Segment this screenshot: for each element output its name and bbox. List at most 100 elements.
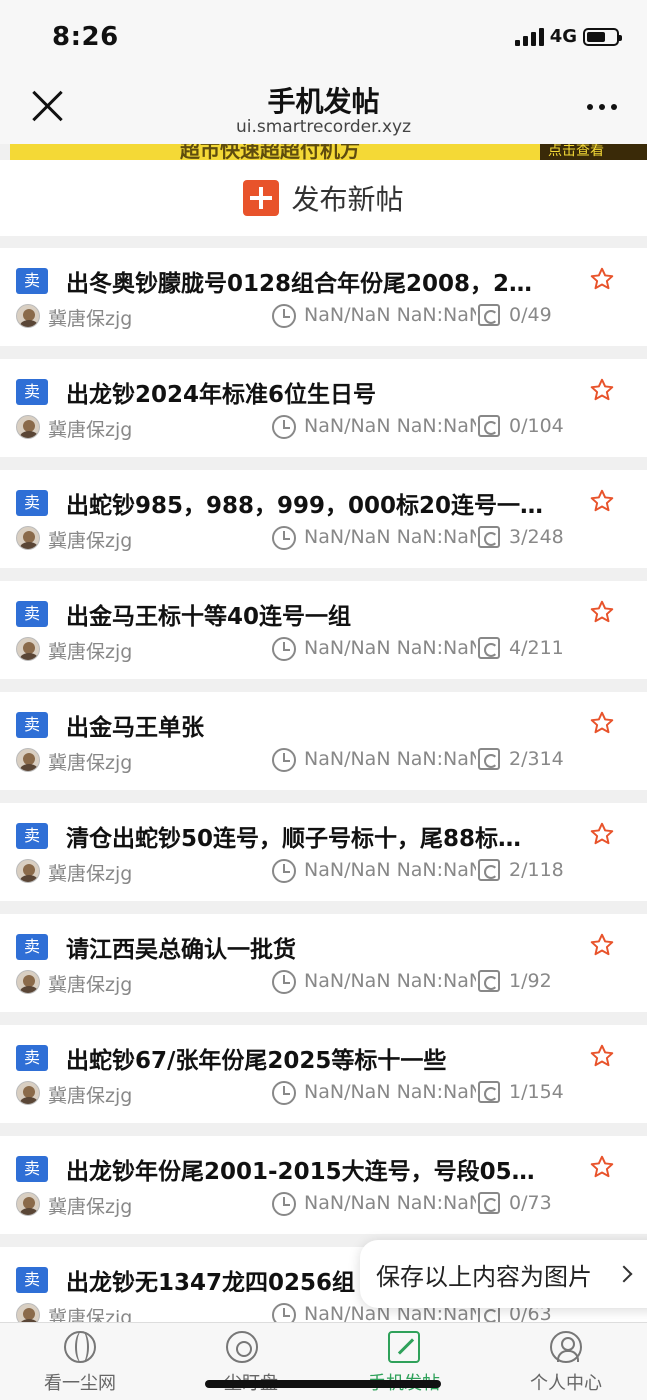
post-meta: 冀唐保zjg NaN/NaN NaN:NaN 2/118	[16, 859, 616, 885]
plus-icon	[243, 180, 280, 216]
post-author[interactable]: 冀唐保zjg	[48, 859, 132, 886]
star-icon[interactable]	[589, 1154, 615, 1180]
sell-tag: 卖	[16, 1267, 48, 1293]
reply-icon	[478, 748, 500, 770]
reply-view-count: 1/92	[509, 970, 552, 992]
post-time: NaN/NaN NaN:NaN	[304, 1081, 476, 1103]
new-post-button[interactable]: 发布新帖	[0, 160, 647, 236]
post-item[interactable]: 卖出金马王标十等40连号一组 冀唐保zjg NaN/NaN NaN:NaN 4/211	[0, 581, 647, 679]
nav-bar: 手机发帖 ui.smartrecorder.xyz	[0, 70, 647, 144]
banner-action[interactable]: 点击查看	[540, 144, 647, 160]
post-meta: 冀唐保zjg NaN/NaN NaN:NaN 0/73	[16, 1192, 616, 1218]
post-author[interactable]: 冀唐保zjg	[48, 1192, 132, 1219]
post-time: NaN/NaN NaN:NaN	[304, 415, 476, 437]
sell-tag: 卖	[16, 1045, 48, 1071]
star-icon[interactable]	[589, 488, 615, 514]
post-title[interactable]: 清仓出蛇钞50连号，顺子号标十，尾88标…	[66, 819, 566, 853]
status-bar: 8:26 4G	[0, 0, 647, 70]
reply-view-count: 2/314	[509, 748, 564, 770]
user-icon	[550, 1331, 582, 1363]
page-title: 手机发帖	[267, 85, 380, 118]
reply-view-count: 4/211	[509, 637, 564, 659]
post-item[interactable]: 卖出龙钞年份尾2001-2015大连号，号段05… 冀唐保zjg NaN/NaN N…	[0, 1136, 647, 1234]
post-time: NaN/NaN NaN:NaN	[304, 526, 476, 548]
star-icon[interactable]	[589, 1043, 615, 1069]
avatar[interactable]	[16, 304, 40, 328]
eye-icon	[226, 1331, 258, 1363]
post-author[interactable]: 冀唐保zjg	[48, 304, 132, 331]
post-title[interactable]: 出龙钞年份尾2001-2015大连号，号段05…	[66, 1152, 566, 1186]
avatar[interactable]	[16, 970, 40, 994]
post-item[interactable]: 卖出冬奥钞朦胧号0128组合年份尾2008，2… 冀唐保zjg NaN/NaN Na…	[0, 248, 647, 346]
post-author[interactable]: 冀唐保zjg	[48, 970, 132, 997]
post-time: NaN/NaN NaN:NaN	[304, 637, 476, 659]
post-author[interactable]: 冀唐保zjg	[48, 415, 132, 442]
post-item[interactable]: 卖清仓出蛇钞50连号，顺子号标十，尾88标… 冀唐保zjg NaN/NaN NaN:…	[0, 803, 647, 901]
avatar[interactable]	[16, 415, 40, 439]
tab-profile[interactable]: 个人中心	[486, 1331, 646, 1395]
star-icon[interactable]	[589, 266, 615, 292]
avatar[interactable]	[16, 859, 40, 883]
reply-icon	[478, 304, 500, 326]
post-author[interactable]: 冀唐保zjg	[48, 526, 132, 553]
tab-home[interactable]: 看一尘网	[0, 1331, 160, 1395]
post-item[interactable]: 卖出蛇钞985，988，999，000标20连号一… 冀唐保zjg NaN/NaN …	[0, 470, 647, 568]
clock-icon	[272, 748, 296, 772]
battery-icon	[583, 27, 622, 46]
post-author[interactable]: 冀唐保zjg	[48, 748, 132, 775]
reply-icon	[478, 1081, 500, 1103]
post-meta: 冀唐保zjg NaN/NaN NaN:NaN 2/314	[16, 748, 616, 774]
post-item[interactable]: 卖请江西吴总确认一批货 冀唐保zjg NaN/NaN NaN:NaN 1/92	[0, 914, 647, 1012]
avatar[interactable]	[16, 748, 40, 772]
post-title[interactable]: 出金马王标十等40连号一组	[66, 597, 566, 631]
post-time: NaN/NaN NaN:NaN	[304, 304, 476, 326]
network-type: 4G	[549, 26, 577, 47]
post-title[interactable]: 出龙钞2024年标准6位生日号	[66, 375, 566, 409]
star-icon[interactable]	[589, 599, 615, 625]
post-title[interactable]: 出金马王单张	[66, 708, 566, 742]
save-as-image-button[interactable]: 保存以上内容为图片	[360, 1240, 647, 1308]
new-post-label: 发布新帖	[291, 183, 404, 216]
signal-icon	[514, 27, 544, 46]
post-meta: 冀唐保zjg NaN/NaN NaN:NaN 3/248	[16, 526, 616, 552]
edit-icon	[388, 1331, 420, 1363]
post-title[interactable]: 出蛇钞985，988，999，000标20连号一…	[66, 486, 566, 520]
post-title[interactable]: 出冬奥钞朦胧号0128组合年份尾2008，2…	[66, 264, 566, 298]
sell-tag: 卖	[16, 379, 48, 405]
clock-icon	[272, 970, 296, 994]
post-title[interactable]: 出蛇钞67/张年份尾2025等标十一些	[66, 1041, 566, 1075]
status-indicators: 4G	[514, 26, 622, 47]
reply-view-count: 0/49	[509, 304, 552, 326]
more-icon[interactable]	[587, 104, 617, 110]
post-author[interactable]: 冀唐保zjg	[48, 637, 132, 664]
sell-tag: 卖	[16, 268, 48, 294]
star-icon[interactable]	[589, 821, 615, 847]
star-icon[interactable]	[589, 710, 615, 736]
avatar[interactable]	[16, 637, 40, 661]
post-title[interactable]: 请江西吴总确认一批货	[66, 930, 566, 964]
ad-banner[interactable]: 超市快速超超付机方 点击查看	[10, 144, 647, 160]
clock-icon	[272, 415, 296, 439]
post-author[interactable]: 冀唐保zjg	[48, 1081, 132, 1108]
clock-icon	[272, 526, 296, 550]
avatar[interactable]	[16, 1192, 40, 1216]
star-icon[interactable]	[589, 932, 615, 958]
star-icon[interactable]	[589, 377, 615, 403]
avatar[interactable]	[16, 1081, 40, 1105]
clock-icon	[272, 637, 296, 661]
post-item[interactable]: 卖出蛇钞67/张年份尾2025等标十一些冀唐保zjg NaN/NaN NaN:Na…	[0, 1025, 647, 1123]
post-meta: 冀唐保zjg NaN/NaN NaN:NaN 4/211	[16, 637, 616, 663]
post-item[interactable]: 卖出金马王单张 冀唐保zjg NaN/NaN NaN:NaN 2/314	[0, 692, 647, 790]
tab-label: 看一尘网	[44, 1373, 116, 1394]
post-time: NaN/NaN NaN:NaN	[304, 970, 476, 992]
reply-icon	[478, 970, 500, 992]
post-item[interactable]: 卖出龙钞2024年标准6位生日号 冀唐保zjg NaN/NaN NaN:NaN 0/1…	[0, 359, 647, 457]
reply-view-count: 0/73	[509, 1192, 552, 1214]
reply-icon	[478, 415, 500, 437]
reply-icon	[478, 526, 500, 548]
clock-icon	[272, 1192, 296, 1216]
avatar[interactable]	[16, 526, 40, 550]
status-time: 8:26	[52, 22, 119, 52]
clock-icon	[272, 1081, 296, 1105]
globe-icon	[64, 1331, 96, 1363]
